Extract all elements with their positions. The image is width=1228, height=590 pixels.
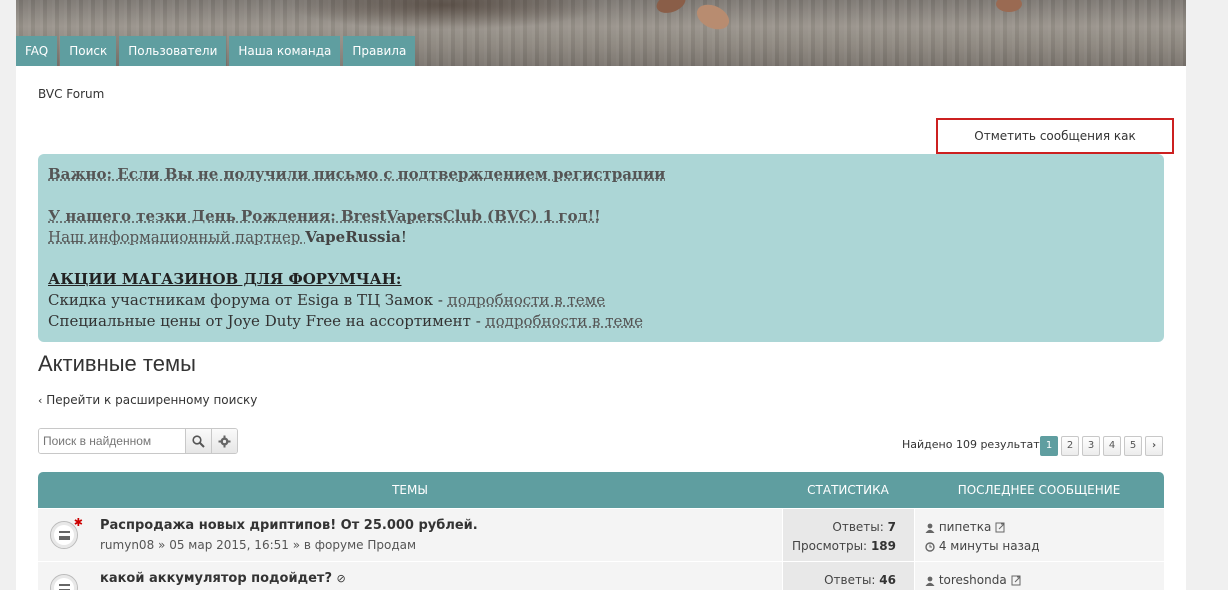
banner-logo-shadow [286,0,606,30]
page-5[interactable]: 5 [1124,436,1142,456]
topic-cell: какой аккумулятор подойдет? ⊘ [38,562,782,590]
top-nav: FAQ Поиск Пользователи Наша команда Прав… [16,36,416,66]
column-last-post: Последнее сообщение [957,483,1121,497]
search-icon [192,434,205,448]
table-header: Темы Статистика Последнее сообщение [38,472,1164,508]
page-title: Активные темы [38,351,196,376]
partner-suffix: ! [400,228,407,246]
breadcrumb[interactable]: BVC Forum [38,87,104,101]
search-box [38,428,238,454]
advanced-settings-button[interactable] [211,429,237,453]
replies-count: 46 [879,573,896,587]
advanced-search-link[interactable]: ‹ Перейти к расширенному поиску [38,393,257,407]
table-row: какой аккумулятор подойдет? ⊘ Ответы: 46… [38,561,1164,590]
topic-author[interactable]: rumyn08 [100,538,154,552]
pagination: 1 2 3 4 5 › [1040,436,1163,456]
stats-cell: Ответы: 7 Просмотры: 189 [782,509,914,561]
promo-details-link[interactable]: подробности в теме [448,291,605,309]
topic-title-link[interactable]: какой аккумулятор подойдет? ⊘ [100,571,346,586]
page-4[interactable]: 4 [1103,436,1121,456]
clock-icon [925,541,935,552]
views-count: 189 [870,539,896,553]
partner-link[interactable]: Наш информационный партнер [48,228,305,246]
nav-users[interactable]: Пользователи [119,36,227,66]
promos-title: АКЦИИ МАГАЗИНОВ ДЛЯ ФОРУМЧАН: [48,270,402,288]
user-icon [925,576,935,586]
search-input[interactable] [39,429,185,453]
views-label: Просмотры: [792,539,868,553]
promo-text: Скидка участникам форума от Esiga в ТЦ З… [48,291,448,309]
user-icon [925,523,935,533]
forum-link[interactable]: Продам [367,538,416,552]
replies-count: 7 [887,520,896,534]
column-stats: Статистика [807,483,889,497]
next-page-button[interactable]: › [1145,436,1163,456]
column-topics: Темы [392,483,428,497]
topic-meta: rumyn08 » 05 мар 2015, 16:51 » в форуме … [100,538,417,552]
topic-unread-icon: ✱ [50,516,83,549]
mark-read-button[interactable]: Отметить сообщения как прочтённые [936,118,1174,175]
forum-prefix: » в форуме [292,538,364,552]
announcement-box: Важно: Если Вы не получили письмо с подт… [38,154,1164,342]
attachment-icon: ⊘ [336,572,346,585]
topic-cell: ✱ Распродажа новых дриптипов! От 25.000 … [38,509,782,561]
topic-date: 05 мар 2015, 16:51 [169,538,289,552]
chevron-right-icon: › [1151,440,1157,451]
goto-post-icon[interactable] [995,522,1006,533]
replies-label: Ответы: [824,573,876,587]
replies-label: Ответы: [832,520,884,534]
last-post-cell: toreshonda [914,562,1164,590]
partner-name: VapeRussia [305,228,401,246]
goto-post-icon[interactable] [1011,575,1022,586]
promo-text: Специальные цены от Joye Duty Free на ас… [48,312,486,330]
last-post-time: 4 минуты назад [938,539,1040,553]
advanced-search-label: Перейти к расширенному поиску [46,393,258,407]
promo-details-link[interactable]: подробности в теме [486,312,643,330]
nav-faq[interactable]: FAQ [16,36,58,66]
main-content: BVC Forum Отметить сообщения как прочтён… [16,66,1186,590]
topic-read-icon [50,574,78,590]
page-3[interactable]: 3 [1082,436,1100,456]
banner-decoration [996,0,1022,12]
stats-cell: Ответы: 46 [782,562,914,590]
last-post-author[interactable]: пипетка [939,520,991,534]
search-button[interactable] [185,429,211,453]
banner-decoration [653,0,689,17]
last-post-cell: пипетка 4 минуты назад [914,509,1164,561]
birthday-link[interactable]: У нашего тезки День Рождения: BrestVaper… [48,207,601,225]
page-1[interactable]: 1 [1040,436,1058,456]
topic-title-link[interactable]: Распродажа новых дриптипов! От 25.000 ру… [100,518,478,533]
nav-team[interactable]: Наша команда [229,36,341,66]
topics-table: Темы Статистика Последнее сообщение ✱ Ра… [38,472,1164,590]
last-post-author[interactable]: toreshonda [939,573,1007,587]
gear-icon [218,435,231,447]
page-2[interactable]: 2 [1061,436,1079,456]
nav-search[interactable]: Поиск [60,36,117,66]
banner-decoration [692,0,734,35]
results-count: Найдено 109 результатов [902,438,1053,451]
important-link[interactable]: Важно: Если Вы не получили письмо с подт… [48,165,665,183]
nav-rules[interactable]: Правила [343,36,416,66]
chevron-left-icon: ‹ [38,394,43,407]
table-row: ✱ Распродажа новых дриптипов! От 25.000 … [38,508,1164,561]
